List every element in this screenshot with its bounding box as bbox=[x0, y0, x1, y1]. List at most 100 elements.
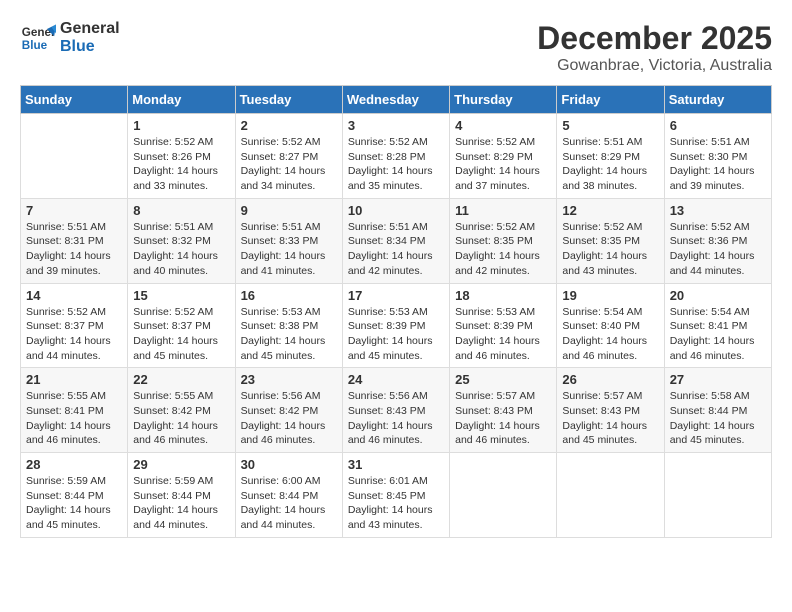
day-number: 21 bbox=[26, 372, 122, 387]
calendar-week-row: 14 Sunrise: 5:52 AM Sunset: 8:37 PM Dayli… bbox=[21, 283, 772, 368]
logo-icon: General Blue bbox=[20, 20, 56, 56]
svg-text:Blue: Blue bbox=[22, 39, 48, 52]
day-info: Sunrise: 5:52 AM Sunset: 8:27 PM Dayligh… bbox=[241, 135, 337, 194]
day-info: Sunrise: 5:54 AM Sunset: 8:40 PM Dayligh… bbox=[562, 305, 658, 364]
day-number: 16 bbox=[241, 288, 337, 303]
day-number: 12 bbox=[562, 203, 658, 218]
day-of-week-header: Friday bbox=[557, 86, 664, 114]
day-number: 27 bbox=[670, 372, 766, 387]
day-info: Sunrise: 5:52 AM Sunset: 8:36 PM Dayligh… bbox=[670, 220, 766, 279]
calendar-cell: 15 Sunrise: 5:52 AM Sunset: 8:37 PM Dayli… bbox=[128, 283, 235, 368]
day-number: 30 bbox=[241, 457, 337, 472]
calendar-cell: 22Sunrise: 5:55 AM Sunset: 8:42 PM Dayli… bbox=[128, 368, 235, 453]
day-info: Sunrise: 5:53 AM Sunset: 8:39 PM Dayligh… bbox=[455, 305, 551, 364]
page-header: General Blue General Blue December 2025 … bbox=[20, 20, 772, 75]
day-of-week-header: Thursday bbox=[450, 86, 557, 114]
calendar-week-row: 21 Sunrise: 5:55 AM Sunset: 8:41 PM Dayli… bbox=[21, 368, 772, 453]
day-number: 20 bbox=[670, 288, 766, 303]
calendar-cell: 2Sunrise: 5:52 AM Sunset: 8:27 PM Daylig… bbox=[235, 114, 342, 199]
calendar-cell bbox=[557, 453, 664, 538]
day-info: Sunrise: 5:51 AM Sunset: 8:29 PM Dayligh… bbox=[562, 135, 658, 194]
day-info: Sunrise: 5:51 AM Sunset: 8:31 PM Dayligh… bbox=[26, 220, 122, 279]
day-of-week-header: Sunday bbox=[21, 86, 128, 114]
day-number: 24 bbox=[348, 372, 444, 387]
calendar-cell: 16Sunrise: 5:53 AM Sunset: 8:38 PM Dayli… bbox=[235, 283, 342, 368]
day-info: Sunrise: 6:01 AM Sunset: 8:45 PM Dayligh… bbox=[348, 474, 444, 533]
calendar-cell: 18 Sunrise: 5:53 AM Sunset: 8:39 PM Dayli… bbox=[450, 283, 557, 368]
day-number: 19 bbox=[562, 288, 658, 303]
day-info: Sunrise: 5:52 AM Sunset: 8:37 PM Dayligh… bbox=[133, 305, 229, 364]
day-number: 18 bbox=[455, 288, 551, 303]
day-of-week-header: Tuesday bbox=[235, 86, 342, 114]
calendar-cell: 30Sunrise: 6:00 AM Sunset: 8:44 PM Dayli… bbox=[235, 453, 342, 538]
day-info: Sunrise: 5:52 AM Sunset: 8:35 PM Dayligh… bbox=[455, 220, 551, 279]
day-number: 29 bbox=[133, 457, 229, 472]
day-info: Sunrise: 5:54 AM Sunset: 8:41 PM Dayligh… bbox=[670, 305, 766, 364]
day-info: Sunrise: 5:59 AM Sunset: 8:44 PM Dayligh… bbox=[133, 474, 229, 533]
calendar-cell: 20 Sunrise: 5:54 AM Sunset: 8:41 PM Dayli… bbox=[664, 283, 771, 368]
day-info: Sunrise: 5:51 AM Sunset: 8:30 PM Dayligh… bbox=[670, 135, 766, 194]
calendar-cell: 17Sunrise: 5:53 AM Sunset: 8:39 PM Dayli… bbox=[342, 283, 449, 368]
calendar-cell: 4 Sunrise: 5:52 AM Sunset: 8:29 PM Daylig… bbox=[450, 114, 557, 199]
calendar-cell: 13 Sunrise: 5:52 AM Sunset: 8:36 PM Dayli… bbox=[664, 198, 771, 283]
day-info: Sunrise: 5:55 AM Sunset: 8:41 PM Dayligh… bbox=[26, 389, 122, 448]
day-number: 28 bbox=[26, 457, 122, 472]
day-info: Sunrise: 5:59 AM Sunset: 8:44 PM Dayligh… bbox=[26, 474, 122, 533]
day-number: 23 bbox=[241, 372, 337, 387]
location-subtitle: Gowanbrae, Victoria, Australia bbox=[537, 57, 772, 75]
day-info: Sunrise: 5:52 AM Sunset: 8:29 PM Dayligh… bbox=[455, 135, 551, 194]
day-info: Sunrise: 5:56 AM Sunset: 8:42 PM Dayligh… bbox=[241, 389, 337, 448]
logo-general: General bbox=[60, 20, 120, 38]
calendar-cell: 31 Sunrise: 6:01 AM Sunset: 8:45 PM Dayli… bbox=[342, 453, 449, 538]
day-number: 14 bbox=[26, 288, 122, 303]
calendar-cell: 19 Sunrise: 5:54 AM Sunset: 8:40 PM Dayli… bbox=[557, 283, 664, 368]
calendar-cell: 26Sunrise: 5:57 AM Sunset: 8:43 PM Dayli… bbox=[557, 368, 664, 453]
day-number: 15 bbox=[133, 288, 229, 303]
logo-blue: Blue bbox=[60, 38, 120, 56]
calendar-cell: 1Sunrise: 5:52 AM Sunset: 8:26 PM Daylig… bbox=[128, 114, 235, 199]
calendar-cell: 12Sunrise: 5:52 AM Sunset: 8:35 PM Dayli… bbox=[557, 198, 664, 283]
calendar-week-row: 28 Sunrise: 5:59 AM Sunset: 8:44 PM Dayli… bbox=[21, 453, 772, 538]
day-number: 13 bbox=[670, 203, 766, 218]
calendar-cell: 21 Sunrise: 5:55 AM Sunset: 8:41 PM Dayli… bbox=[21, 368, 128, 453]
calendar-week-row: 1Sunrise: 5:52 AM Sunset: 8:26 PM Daylig… bbox=[21, 114, 772, 199]
day-info: Sunrise: 5:52 AM Sunset: 8:37 PM Dayligh… bbox=[26, 305, 122, 364]
calendar-cell: 24 Sunrise: 5:56 AM Sunset: 8:43 PM Dayli… bbox=[342, 368, 449, 453]
day-info: Sunrise: 5:51 AM Sunset: 8:32 PM Dayligh… bbox=[133, 220, 229, 279]
calendar-cell bbox=[450, 453, 557, 538]
day-number: 31 bbox=[348, 457, 444, 472]
day-info: Sunrise: 5:52 AM Sunset: 8:26 PM Dayligh… bbox=[133, 135, 229, 194]
day-number: 26 bbox=[562, 372, 658, 387]
title-block: December 2025 Gowanbrae, Victoria, Austr… bbox=[537, 20, 772, 75]
calendar-cell: 8Sunrise: 5:51 AM Sunset: 8:32 PM Daylig… bbox=[128, 198, 235, 283]
month-title: December 2025 bbox=[537, 20, 772, 57]
day-number: 6 bbox=[670, 118, 766, 133]
calendar-cell: 27Sunrise: 5:58 AM Sunset: 8:44 PM Dayli… bbox=[664, 368, 771, 453]
calendar-cell: 7Sunrise: 5:51 AM Sunset: 8:31 PM Daylig… bbox=[21, 198, 128, 283]
calendar-week-row: 7Sunrise: 5:51 AM Sunset: 8:31 PM Daylig… bbox=[21, 198, 772, 283]
day-number: 3 bbox=[348, 118, 444, 133]
day-of-week-header: Saturday bbox=[664, 86, 771, 114]
calendar-cell: 29 Sunrise: 5:59 AM Sunset: 8:44 PM Dayli… bbox=[128, 453, 235, 538]
day-info: Sunrise: 5:51 AM Sunset: 8:34 PM Dayligh… bbox=[348, 220, 444, 279]
day-info: Sunrise: 5:51 AM Sunset: 8:33 PM Dayligh… bbox=[241, 220, 337, 279]
day-info: Sunrise: 5:55 AM Sunset: 8:42 PM Dayligh… bbox=[133, 389, 229, 448]
calendar-cell: 14 Sunrise: 5:52 AM Sunset: 8:37 PM Dayli… bbox=[21, 283, 128, 368]
day-info: Sunrise: 5:56 AM Sunset: 8:43 PM Dayligh… bbox=[348, 389, 444, 448]
calendar-cell: 5 Sunrise: 5:51 AM Sunset: 8:29 PM Daylig… bbox=[557, 114, 664, 199]
day-number: 11 bbox=[455, 203, 551, 218]
calendar-cell: 11 Sunrise: 5:52 AM Sunset: 8:35 PM Dayli… bbox=[450, 198, 557, 283]
day-number: 17 bbox=[348, 288, 444, 303]
calendar-cell bbox=[664, 453, 771, 538]
day-number: 4 bbox=[455, 118, 551, 133]
calendar-cell: 9 Sunrise: 5:51 AM Sunset: 8:33 PM Daylig… bbox=[235, 198, 342, 283]
day-info: Sunrise: 5:52 AM Sunset: 8:28 PM Dayligh… bbox=[348, 135, 444, 194]
day-number: 9 bbox=[241, 203, 337, 218]
calendar-cell: 25Sunrise: 5:57 AM Sunset: 8:43 PM Dayli… bbox=[450, 368, 557, 453]
day-of-week-header: Wednesday bbox=[342, 86, 449, 114]
calendar-cell bbox=[21, 114, 128, 199]
day-number: 5 bbox=[562, 118, 658, 133]
day-of-week-header: Monday bbox=[128, 86, 235, 114]
calendar-header-row: SundayMondayTuesdayWednesdayThursdayFrid… bbox=[21, 86, 772, 114]
calendar-cell: 28 Sunrise: 5:59 AM Sunset: 8:44 PM Dayli… bbox=[21, 453, 128, 538]
